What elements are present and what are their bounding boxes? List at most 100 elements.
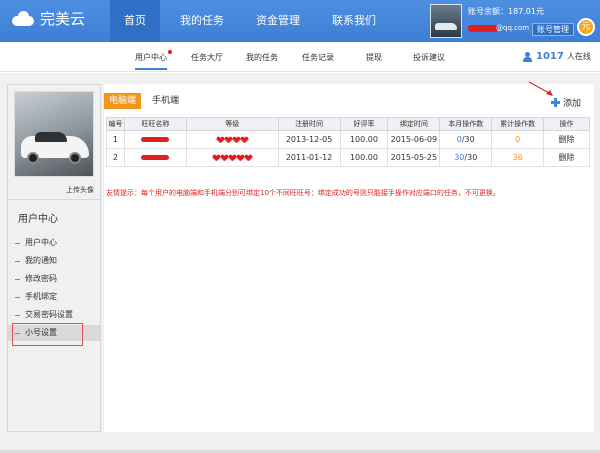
tab-feedback[interactable]: 投诉建议 <box>413 52 445 63</box>
col-action: 操作 <box>543 117 590 131</box>
tab-user-center[interactable]: 用户中心 <box>135 50 172 70</box>
balance-text: 账号余额：187.01元 <box>468 7 544 16</box>
heart-icon <box>221 155 228 161</box>
cloud-logo-icon <box>10 10 36 27</box>
account-suffix: @qq.com <box>496 24 530 32</box>
account-manage-button[interactable]: 账号管理 <box>532 23 574 36</box>
col-bind-date: 绑定时间 <box>387 117 441 131</box>
add-button[interactable]: 添加 <box>551 96 581 109</box>
level-hearts-icon <box>217 137 248 143</box>
cell-reg-date: 2013-12-05 <box>277 130 341 149</box>
col-rate: 好评率 <box>339 117 389 131</box>
heart-icon <box>233 137 240 143</box>
main-nav: 首页 我的任务 资金管理 联系我们 <box>110 0 396 42</box>
sidebar-menu: 用户中心 我的通知 修改密码 手机绑定 交易密码设置 小号设置 <box>8 235 100 346</box>
tab-task-hall[interactable]: 任务大厅 <box>191 52 223 63</box>
tab-pc[interactable]: 电脑端 <box>104 93 142 109</box>
heart-icon <box>225 137 232 143</box>
tab-user-center-label: 用户中心 <box>135 53 167 62</box>
cell-bind-date: 2015-06-09 <box>387 130 441 149</box>
cell-action: 删除 <box>543 148 590 167</box>
sub-nav: 用户中心 任务大厅 我的任务 任务记录 提现 投诉建议 1017 人在线 <box>0 42 600 72</box>
upload-avatar-link[interactable]: 上传头像 <box>66 185 94 195</box>
table-row: 2 2011-01-12 100.00 2015-05-25 30/30 36 … <box>106 148 590 167</box>
highlight-annotation <box>12 323 83 346</box>
tab-mobile[interactable]: 手机端 <box>147 93 184 109</box>
channel-tabs: 电脑端 手机端 <box>104 93 190 109</box>
vip-badge[interactable]: 元 <box>577 18 595 36</box>
online-label: 人在线 <box>566 52 591 61</box>
cell-month-ops: 30/30 <box>439 148 493 167</box>
sidebar-item-sub-accounts[interactable]: 小号设置 <box>8 323 100 346</box>
month-total: /30 <box>464 153 478 162</box>
person-icon <box>523 51 532 62</box>
notification-dot <box>168 50 172 54</box>
sidebar-heading: 用户中心 <box>18 214 58 225</box>
main-panel: 电脑端 手机端 添加 编号 旺旺名称 等级 注册时间 好评率 绑定时间 本月操作… <box>104 81 594 432</box>
nav-home[interactable]: 首页 <box>110 0 160 42</box>
sidebar-item-change-password[interactable]: 修改密码 <box>8 271 100 287</box>
add-label: 添加 <box>563 99 582 109</box>
account-name: @qq.com <box>468 24 529 33</box>
delete-link[interactable]: 删除 <box>559 153 575 162</box>
cell-name <box>123 148 187 167</box>
top-header: 完美云 首页 我的任务 资金管理 联系我们 账号余额：187.01元 @qq.c… <box>0 0 600 42</box>
table-header-row: 编号 旺旺名称 等级 注册时间 好评率 绑定时间 本月操作数 累计操作数 操作 <box>106 117 590 131</box>
cell-no: 1 <box>106 130 125 149</box>
plus-icon <box>551 98 560 107</box>
logo-text: 完美云 <box>40 10 86 28</box>
sidebar-item-notifications[interactable]: 我的通知 <box>8 253 100 269</box>
tab-task-records[interactable]: 任务记录 <box>302 52 334 63</box>
cell-bind-date: 2015-05-25 <box>387 148 441 167</box>
online-number: 1017 <box>536 51 564 62</box>
col-reg-date: 注册时间 <box>277 117 341 131</box>
cell-reg-date: 2011-01-12 <box>277 148 341 167</box>
tab-my-tasks[interactable]: 我的任务 <box>246 52 278 63</box>
cell-total-ops: 36 <box>491 148 545 167</box>
table-row: 1 2013-12-05 100.00 2015-06-09 0/30 0 删除 <box>106 130 590 149</box>
month-done: 30 <box>454 153 465 162</box>
col-no: 编号 <box>106 117 125 131</box>
nav-funds[interactable]: 资金管理 <box>244 0 312 42</box>
redacted-mask <box>468 25 498 32</box>
car-wheel <box>27 152 39 164</box>
col-month-ops: 本月操作数 <box>439 117 493 131</box>
cell-action: 删除 <box>543 130 590 149</box>
heart-icon <box>237 155 244 161</box>
sidebar-item-user-center[interactable]: 用户中心 <box>8 235 100 251</box>
cell-rate: 100.00 <box>339 130 389 149</box>
heart-icon <box>217 137 224 143</box>
notice-text: 友情提示：每个用户的电脑端和手机端分别可绑定10个不同旺旺号：绑定成功的号则只能… <box>106 189 500 197</box>
total-ops: 36 <box>512 153 523 162</box>
cell-level <box>185 130 279 149</box>
cell-no: 2 <box>106 148 125 167</box>
month-total: /30 <box>461 135 475 144</box>
level-hearts-icon <box>213 155 252 161</box>
cell-level <box>185 148 279 167</box>
online-count: 1017 人在线 <box>523 51 591 62</box>
heart-icon <box>245 155 252 161</box>
heart-icon <box>229 155 236 161</box>
col-total-ops: 累计操作数 <box>491 117 545 131</box>
tab-withdraw[interactable]: 提现 <box>366 52 382 63</box>
user-info: 账号余额：187.01元 @qq.com 账号管理 <box>430 4 580 38</box>
cell-total-ops: 0 <box>491 130 545 149</box>
sidebar: 上传头像 用户中心 用户中心 我的通知 修改密码 手机绑定 交易密码设置 小号设… <box>7 84 101 432</box>
heart-icon <box>241 137 248 143</box>
col-level: 等级 <box>185 117 279 131</box>
nav-contact[interactable]: 联系我们 <box>320 0 388 42</box>
sidebar-item-phone-binding[interactable]: 手机绑定 <box>8 289 100 305</box>
avatar[interactable] <box>430 4 462 38</box>
accounts-table: 编号 旺旺名称 等级 注册时间 好评率 绑定时间 本月操作数 累计操作数 操作 … <box>106 117 590 167</box>
car-wheel <box>69 152 81 164</box>
col-name: 旺旺名称 <box>123 117 187 131</box>
logo[interactable]: 完美云 <box>10 8 85 29</box>
cell-name <box>123 130 187 149</box>
nav-my-tasks[interactable]: 我的任务 <box>168 0 236 42</box>
sidebar-item-trade-password[interactable]: 交易密码设置 <box>8 307 100 323</box>
profile-photo[interactable] <box>14 91 94 177</box>
delete-link[interactable]: 删除 <box>559 135 575 144</box>
divider <box>8 199 100 200</box>
redacted-mask <box>141 137 170 142</box>
total-ops: 0 <box>515 135 521 144</box>
